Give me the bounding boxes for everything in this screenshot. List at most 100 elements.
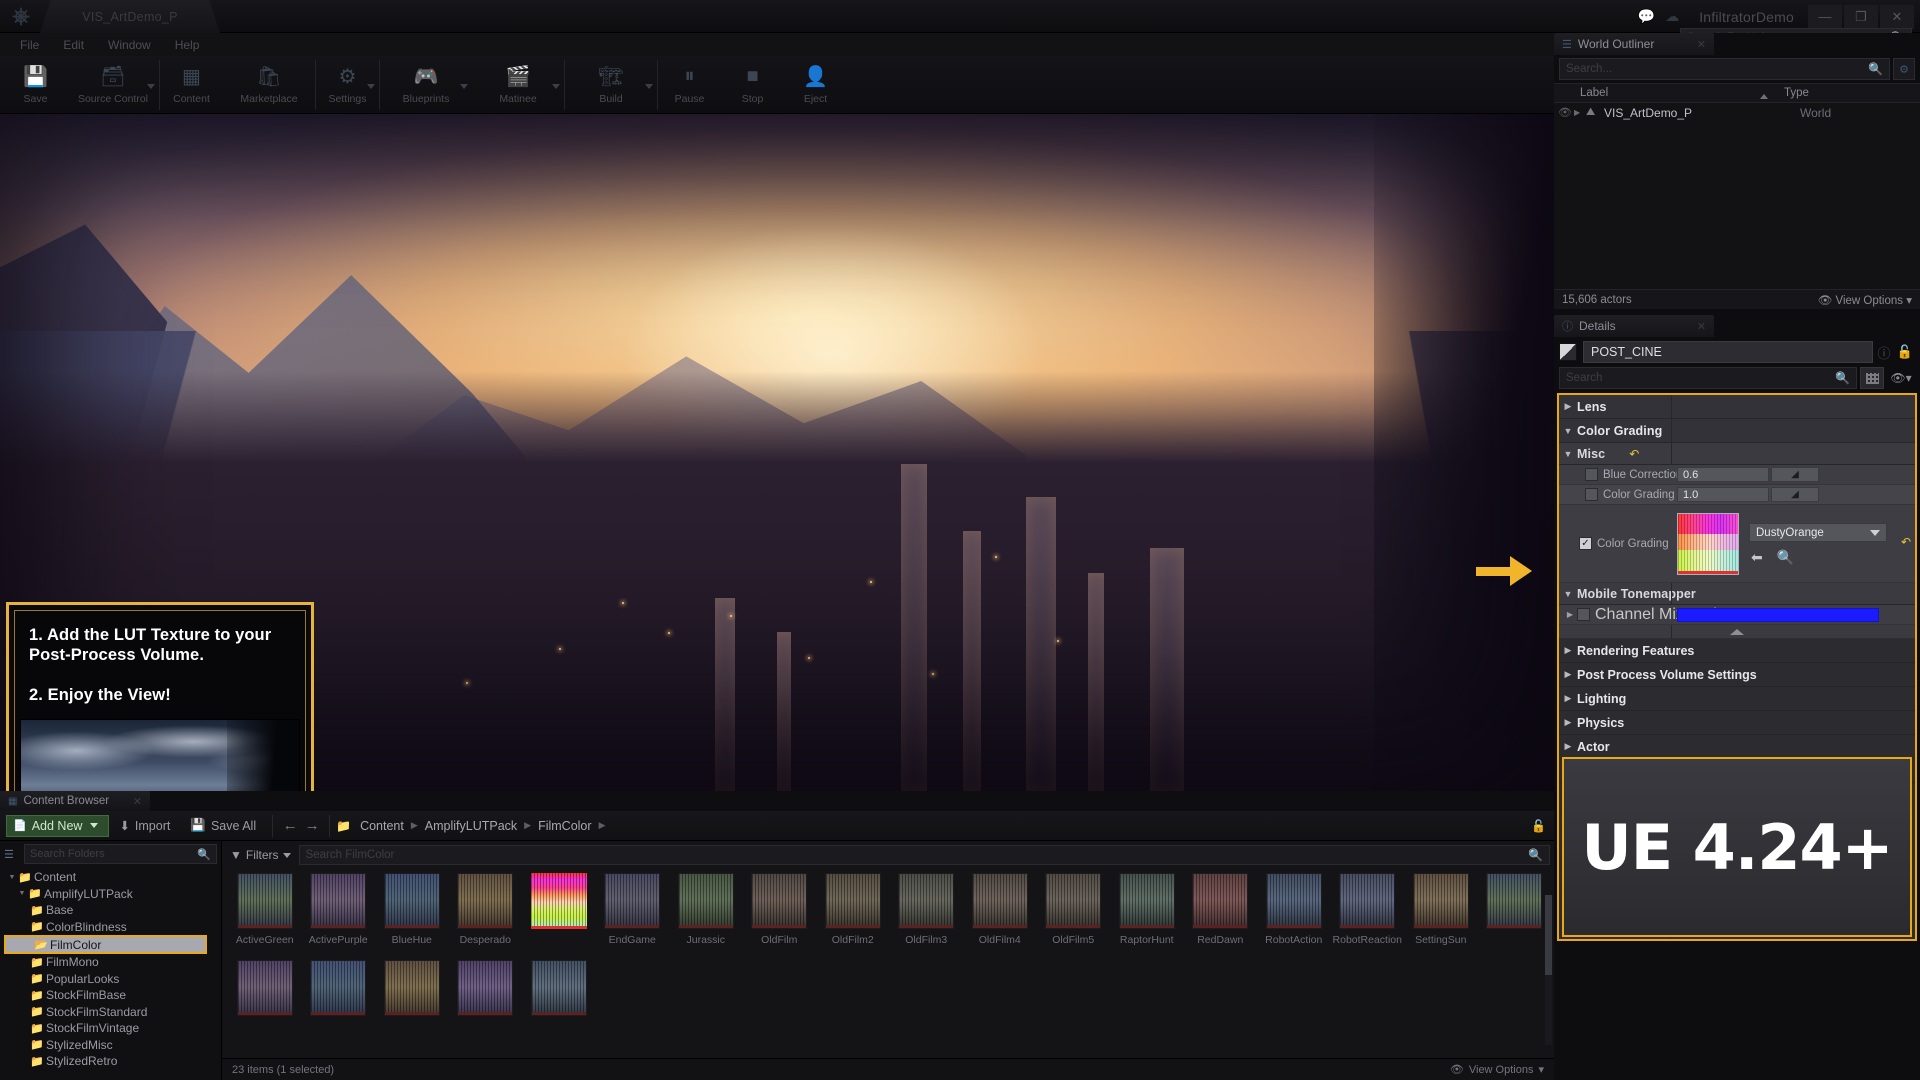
category-lens[interactable]: ▶ Lens <box>1559 395 1915 419</box>
property-checkbox[interactable] <box>1585 488 1598 501</box>
outliner-view-options-button[interactable]: 👁 View Options ▾ <box>1818 293 1912 307</box>
reset-arrow-icon[interactable]: ↶ <box>1629 447 1639 461</box>
eye-icon[interactable]: 👁 <box>1558 106 1574 119</box>
toolbar-button-marketplace[interactable]: 🛍 Marketplace <box>223 56 315 114</box>
chevron-down-icon[interactable] <box>147 84 155 89</box>
asset-item[interactable]: OldFilm4 <box>963 873 1037 960</box>
lock-icon[interactable]: 🔓 <box>1895 344 1915 360</box>
property-checkbox[interactable] <box>1585 468 1598 481</box>
content-browser-lock-icon[interactable]: 🔓 <box>1531 819 1554 833</box>
property-value-input[interactable]: 1.0 <box>1677 487 1769 502</box>
menu-help[interactable]: Help <box>163 38 212 52</box>
property-spinner[interactable]: ◢ <box>1771 487 1819 502</box>
toolbar-button-source-control[interactable]: 🗃 Source Control <box>67 56 159 114</box>
close-icon[interactable]: ✕ <box>133 795 142 808</box>
asset-item[interactable]: EndGame <box>596 873 670 960</box>
toolbar-button-stop[interactable]: ■ Stop <box>721 56 784 114</box>
help-icon[interactable]: ⓘ <box>1873 343 1895 362</box>
close-icon[interactable]: ✕ <box>1697 320 1706 333</box>
folder-item-content[interactable]: ▼ 📁 Content <box>2 869 221 886</box>
asset-item[interactable]: Desperado <box>449 873 523 960</box>
chevron-down-icon[interactable] <box>645 84 653 89</box>
asset-item[interactable]: OldFilm <box>743 873 817 960</box>
asset-item[interactable] <box>1478 873 1552 960</box>
folder-item-stylizedmisc[interactable]: 📁 StylizedMisc <box>2 1037 221 1054</box>
close-icon[interactable]: ✕ <box>1697 38 1706 51</box>
folder-item-stylizedretro[interactable]: 📁 StylizedRetro <box>2 1053 221 1070</box>
category-color-grading[interactable]: ▼ Color Grading <box>1559 419 1915 443</box>
toolbar-button-pause[interactable]: ⏸ Pause <box>658 56 721 114</box>
maximize-button[interactable]: ❐ <box>1844 4 1878 29</box>
category-lighting[interactable]: ▶ Lighting <box>1559 687 1915 711</box>
scrollbar-thumb[interactable] <box>1545 895 1552 975</box>
outliner-search-input[interactable]: Search... 🔍 <box>1559 58 1890 80</box>
tree-toggle-icon[interactable]: ☰ <box>4 848 24 861</box>
category-rendering-features[interactable]: ▶ Rendering Features <box>1559 639 1915 663</box>
asset-item[interactable] <box>449 960 523 1047</box>
find-in-browser-icon[interactable]: 🔍 <box>1777 549 1794 566</box>
breadcrumb-item-filmcolor[interactable]: FilmColor <box>538 819 591 833</box>
property-value-input[interactable]: 0.6 <box>1677 467 1769 482</box>
folder-item-filmmono[interactable]: 📁 FilmMono <box>2 954 221 971</box>
asset-item[interactable] <box>302 960 376 1047</box>
menu-edit[interactable]: Edit <box>51 38 96 52</box>
reset-arrow-icon[interactable]: ↶ <box>1901 535 1911 549</box>
toolbar-button-eject[interactable]: 👤 Eject <box>784 56 847 114</box>
tab-details[interactable]: ⓘ Details ✕ <box>1554 315 1714 337</box>
folder-item-popularlooks[interactable]: 📁 PopularLooks <box>2 971 221 988</box>
category-actor[interactable]: ▶ Actor <box>1559 735 1915 759</box>
category-physics[interactable]: ▶ Physics <box>1559 711 1915 735</box>
tab-world-outliner[interactable]: ☰ World Outliner ✕ <box>1554 33 1714 55</box>
folder-item-base[interactable]: 📁 Base <box>2 902 221 919</box>
folder-item-filmcolor[interactable]: 📂 FilmColor <box>4 935 207 954</box>
category-misc[interactable]: ▼ Misc ↶ <box>1559 443 1915 465</box>
folder-item-stockfilmstandard[interactable]: 📁 StockFilmStandard <box>2 1004 221 1021</box>
outliner-row[interactable]: 👁 ▶ ⛰ VIS_ArtDemo_P World <box>1554 103 1920 122</box>
asset-item[interactable] <box>228 960 302 1047</box>
asset-item[interactable]: ActiveGreen <box>228 873 302 960</box>
category-mobile-tonemapper[interactable]: ▼ Mobile Tonemapper <box>1559 583 1915 605</box>
outliner-filter-button[interactable]: ⚙ <box>1893 58 1915 80</box>
chevron-down-icon[interactable] <box>367 84 375 89</box>
folder-item-amplifylutpack[interactable]: ▼ 📁 AmplifyLUTPack <box>2 886 221 903</box>
asset-item[interactable] <box>375 960 449 1047</box>
close-button[interactable]: ✕ <box>1880 4 1914 29</box>
breadcrumb-item-amplifylutpack[interactable]: AmplifyLUTPack <box>425 819 517 833</box>
outliner-list[interactable]: 👁 ▶ ⛰ VIS_ArtDemo_P World <box>1554 103 1920 289</box>
asset-item[interactable]: ActivePurple <box>302 873 376 960</box>
folder-item-stockfilmbase[interactable]: 📁 StockFilmBase <box>2 987 221 1004</box>
filters-button[interactable]: ▼ Filters <box>226 848 299 862</box>
import-button[interactable]: ⬇ Import <box>109 815 180 837</box>
asset-item[interactable]: RobotAction <box>1257 873 1331 960</box>
lut-asset-dropdown[interactable]: DustyOrange <box>1749 523 1887 542</box>
asset-item[interactable]: OldFilm5 <box>1037 873 1111 960</box>
asset-item[interactable]: DustyOrange <box>516 869 596 960</box>
chevron-right-icon[interactable]: ▶ <box>1563 610 1577 619</box>
tab-content-browser[interactable]: ▦ Content Browser ✕ <box>0 791 150 811</box>
arrow-left-icon[interactable]: ← <box>279 817 301 834</box>
minimize-button[interactable]: — <box>1808 4 1842 29</box>
toolbar-button-build[interactable]: 🏗 Build <box>565 56 657 114</box>
level-viewport[interactable]: 1. Add the LUT Texture to your Post-Proc… <box>0 114 1554 791</box>
color-swatch[interactable] <box>1677 607 1879 622</box>
menu-window[interactable]: Window <box>96 38 163 52</box>
asset-item[interactable]: SettingSun <box>1404 873 1478 960</box>
details-search-input[interactable]: Search 🔍 <box>1559 367 1857 389</box>
menu-file[interactable]: File <box>8 38 51 52</box>
lut-texture-thumbnail[interactable] <box>1677 513 1739 575</box>
folder-item-colorblindness[interactable]: 📁 ColorBlindness <box>2 919 221 936</box>
folder-search-input[interactable]: Search Folders 🔍 <box>24 844 217 864</box>
asset-item[interactable]: RobotReaction <box>1331 873 1405 960</box>
asset-item[interactable]: OldFilm2 <box>816 873 890 960</box>
arrow-right-icon[interactable]: → <box>301 817 323 834</box>
project-tab[interactable]: VIS_ArtDemo_P <box>40 0 220 33</box>
chevron-right-icon[interactable]: ▶ <box>1574 108 1586 117</box>
category-post-process-volume-settings[interactable]: ▶ Post Process Volume Settings <box>1559 663 1915 687</box>
lut-checkbox[interactable]: ✓ <box>1579 537 1592 550</box>
asset-item[interactable]: BlueHue <box>375 873 449 960</box>
chevron-down-icon[interactable] <box>552 84 560 89</box>
add-new-button[interactable]: 📄 Add New <box>6 814 110 837</box>
property-checkbox[interactable] <box>1577 608 1590 621</box>
asset-item[interactable]: OldFilm3 <box>890 873 964 960</box>
toolbar-button-matinee[interactable]: 🎬 Matinee <box>472 56 564 114</box>
